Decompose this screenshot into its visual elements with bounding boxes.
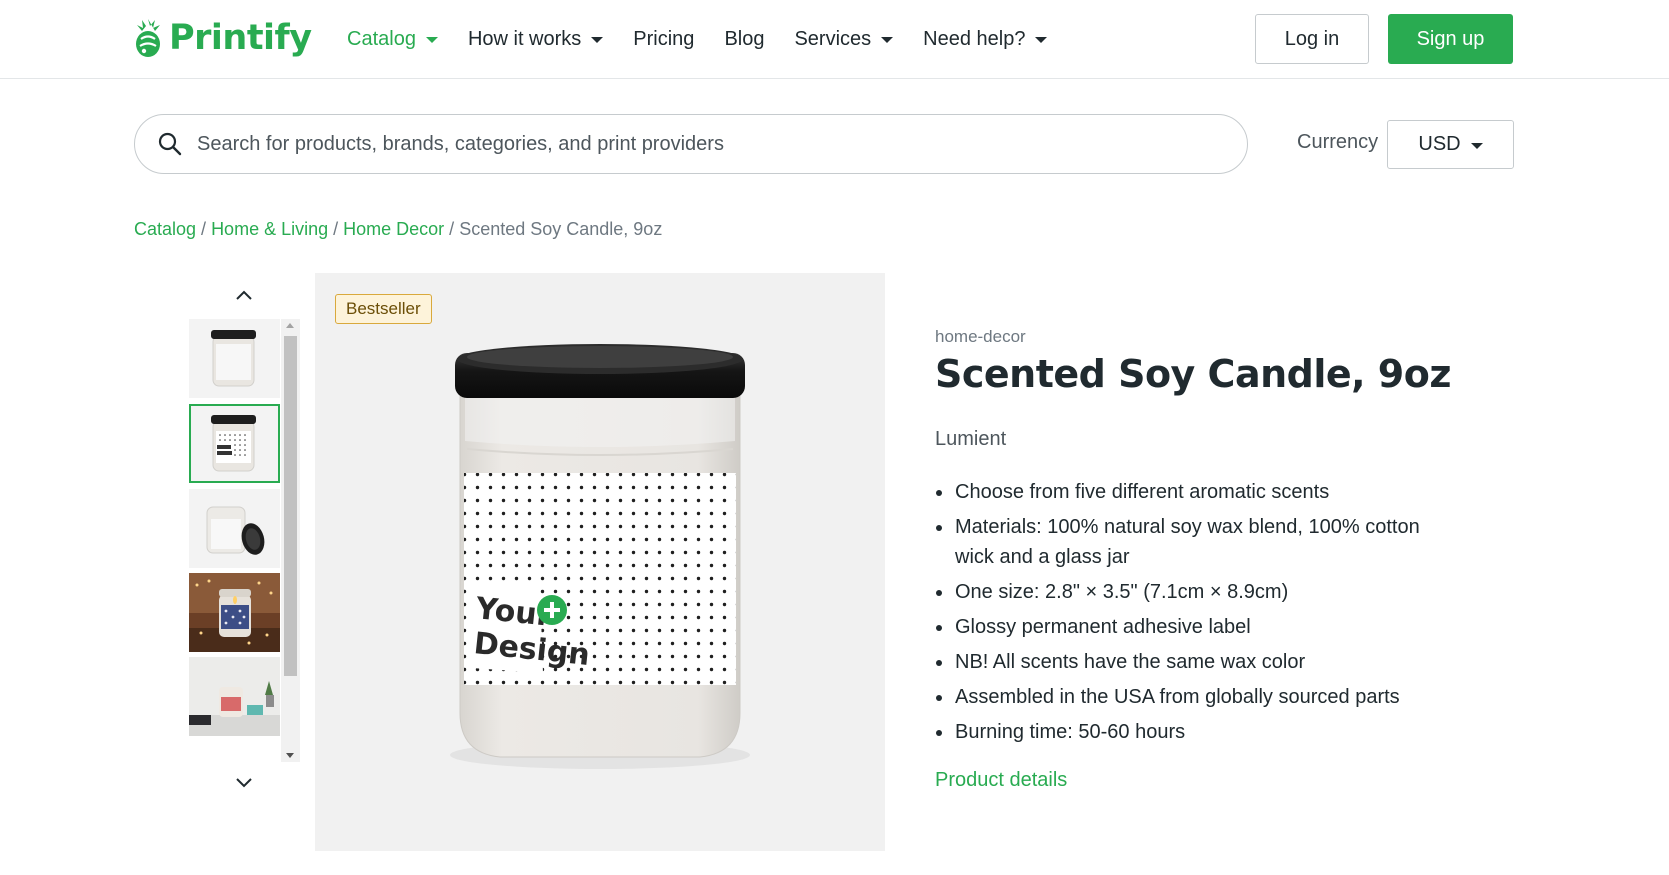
nav-how-it-works-label: How it works <box>467 27 582 50</box>
breadcrumb-current: Scented Soy Candle, 9oz <box>459 219 663 239</box>
thumbnail-jar-design[interactable] <box>189 404 280 483</box>
nav-pricing-label: Pricing <box>633 27 695 50</box>
bestseller-badge: Bestseller <box>335 294 432 324</box>
feature-item: Materials: 100% natural soy wax blend, 1… <box>935 512 1435 572</box>
thumbnail-jar-front[interactable] <box>189 319 280 398</box>
search-bar <box>134 114 1248 174</box>
candle-lifestyle-thumbnail-image <box>189 573 280 652</box>
breadcrumb-home-living[interactable]: Home & Living <box>211 219 328 240</box>
product-details-link[interactable]: Product details <box>935 769 1067 792</box>
caret-down-icon <box>1035 37 1048 43</box>
caret-down-icon <box>425 37 438 43</box>
thumbnail-lifestyle-shelf[interactable] <box>189 657 280 736</box>
breadcrumb-separator: / <box>333 219 339 239</box>
feature-item: Glossy permanent adhesive label <box>935 612 1435 642</box>
currency-select[interactable]: USD <box>1387 120 1514 169</box>
feature-item: One size: 2.8" × 3.5" (7.1cm × 8.9cm) <box>935 577 1435 607</box>
site-header: Printify Catalog How it works Pricing Bl… <box>0 0 1669 79</box>
breadcrumb-separator: / <box>201 219 207 239</box>
thumbnail-jar-open[interactable] <box>189 489 280 568</box>
scroll-up-arrow-icon[interactable] <box>286 323 294 328</box>
breadcrumb-separator: / <box>449 219 455 239</box>
chevron-down-icon <box>236 778 252 788</box>
search-input[interactable] <box>197 132 1237 156</box>
breadcrumb-home-decor[interactable]: Home Decor <box>343 219 444 240</box>
feature-item: Choose from five different aromatic scen… <box>935 477 1435 507</box>
thumbnail-scrollbar[interactable] <box>281 319 300 762</box>
main-nav: Catalog How it works Pricing Blog Servic… <box>347 0 1077 78</box>
chevron-up-icon <box>236 290 252 300</box>
pineapple-logo-icon <box>136 19 160 57</box>
breadcrumb: Catalog / Home & Living / Home Decor / S… <box>134 219 662 240</box>
nav-pricing[interactable]: Pricing <box>633 28 694 51</box>
thumbnail-lifestyle-lights[interactable] <box>189 573 280 652</box>
login-button[interactable]: Log in <box>1255 14 1369 64</box>
feature-item: NB! All scents have the same wax color <box>935 647 1435 677</box>
currency-label: Currency <box>1297 131 1379 153</box>
candle-jar-thumbnail-image <box>189 319 280 398</box>
feature-list: Choose from five different aromatic scen… <box>935 477 1435 752</box>
candle-shelf-thumbnail-image <box>189 657 280 736</box>
product-brand: Lumient <box>935 428 1007 450</box>
currency-value: USD <box>1418 133 1461 155</box>
nav-how-it-works[interactable]: How it works <box>467 27 604 51</box>
thumbnails-up-button[interactable] <box>232 285 256 305</box>
nav-services[interactable]: Services <box>794 27 894 51</box>
product-category: home-decor <box>935 327 1026 346</box>
nav-catalog-label: Catalog <box>347 27 416 50</box>
caret-down-icon <box>1470 142 1483 149</box>
logo-text: Printify <box>169 18 312 58</box>
product-title: Scented Soy Candle, 9oz <box>935 352 1451 396</box>
main-product-image[interactable]: Your Design Bestseller <box>315 273 885 851</box>
caret-down-icon <box>591 37 604 43</box>
nav-need-help-label: Need help? <box>923 27 1026 50</box>
breadcrumb-catalog[interactable]: Catalog <box>134 219 196 240</box>
scroll-down-arrow-icon[interactable] <box>286 753 294 758</box>
nav-catalog[interactable]: Catalog <box>347 28 438 51</box>
nav-services-label: Services <box>794 27 872 50</box>
feature-item: Burning time: 50-60 hours <box>935 717 1435 747</box>
search-icon <box>158 132 182 156</box>
thumbnails-down-button[interactable] <box>232 773 256 793</box>
caret-down-icon <box>881 37 894 43</box>
candle-open-thumbnail-image <box>189 489 280 568</box>
candle-jar-image: Your Design <box>450 344 750 769</box>
nav-blog[interactable]: Blog <box>724 28 764 51</box>
nav-blog-label: Blog <box>724 27 765 50</box>
candle-design-thumbnail-image <box>191 406 278 481</box>
thumbnail-list <box>189 319 300 762</box>
scrollbar-thumb[interactable] <box>284 336 297 676</box>
nav-need-help[interactable]: Need help? <box>923 27 1048 51</box>
signup-button[interactable]: Sign up <box>1388 14 1513 64</box>
feature-item: Assembled in the USA from globally sourc… <box>935 682 1435 712</box>
printify-logo[interactable]: Printify <box>133 17 312 59</box>
